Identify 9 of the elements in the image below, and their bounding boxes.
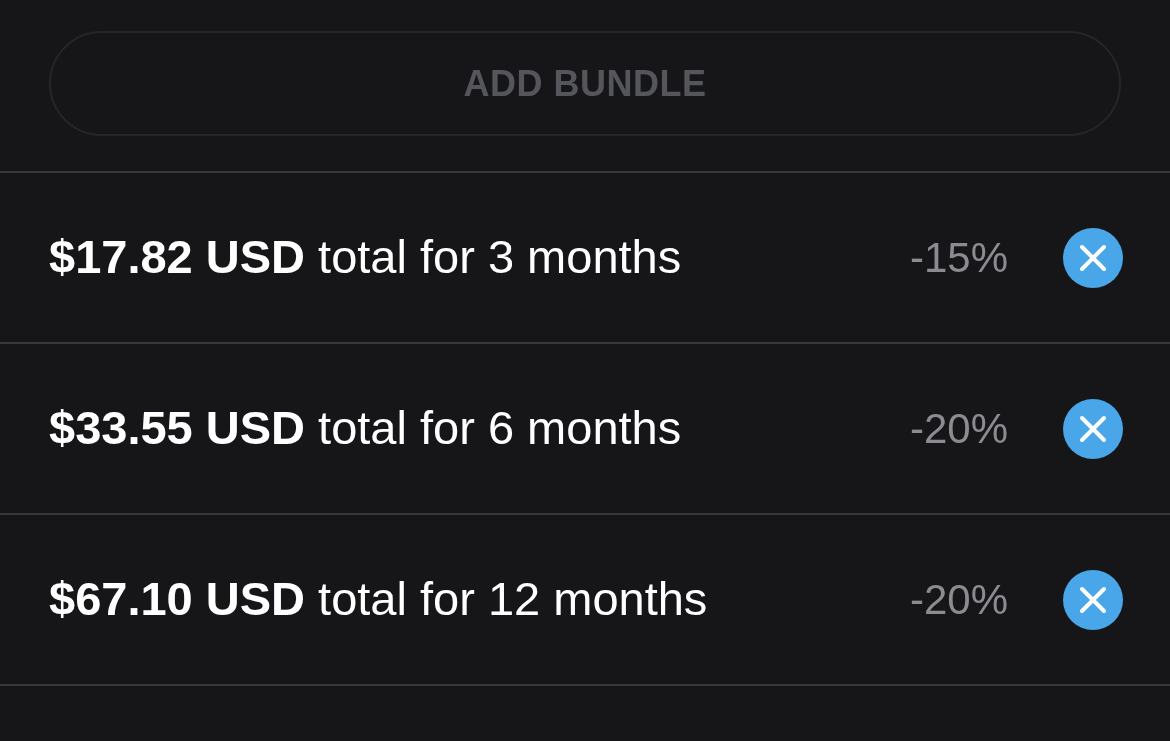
- remove-icon[interactable]: [1063, 227, 1123, 288]
- remove-icon[interactable]: [1063, 398, 1123, 459]
- remove-icon[interactable]: [1063, 569, 1123, 630]
- discount-text: -20%: [909, 404, 1008, 454]
- discount-text: -20%: [909, 575, 1008, 625]
- bundle-description: $17.82 USD total for 3 months: [49, 229, 682, 286]
- discount-text: -15%: [909, 233, 1008, 283]
- bundle-description: $33.55 USD total for 6 months: [49, 400, 682, 457]
- bundle-description: $67.10 USD total for 12 months: [49, 571, 708, 628]
